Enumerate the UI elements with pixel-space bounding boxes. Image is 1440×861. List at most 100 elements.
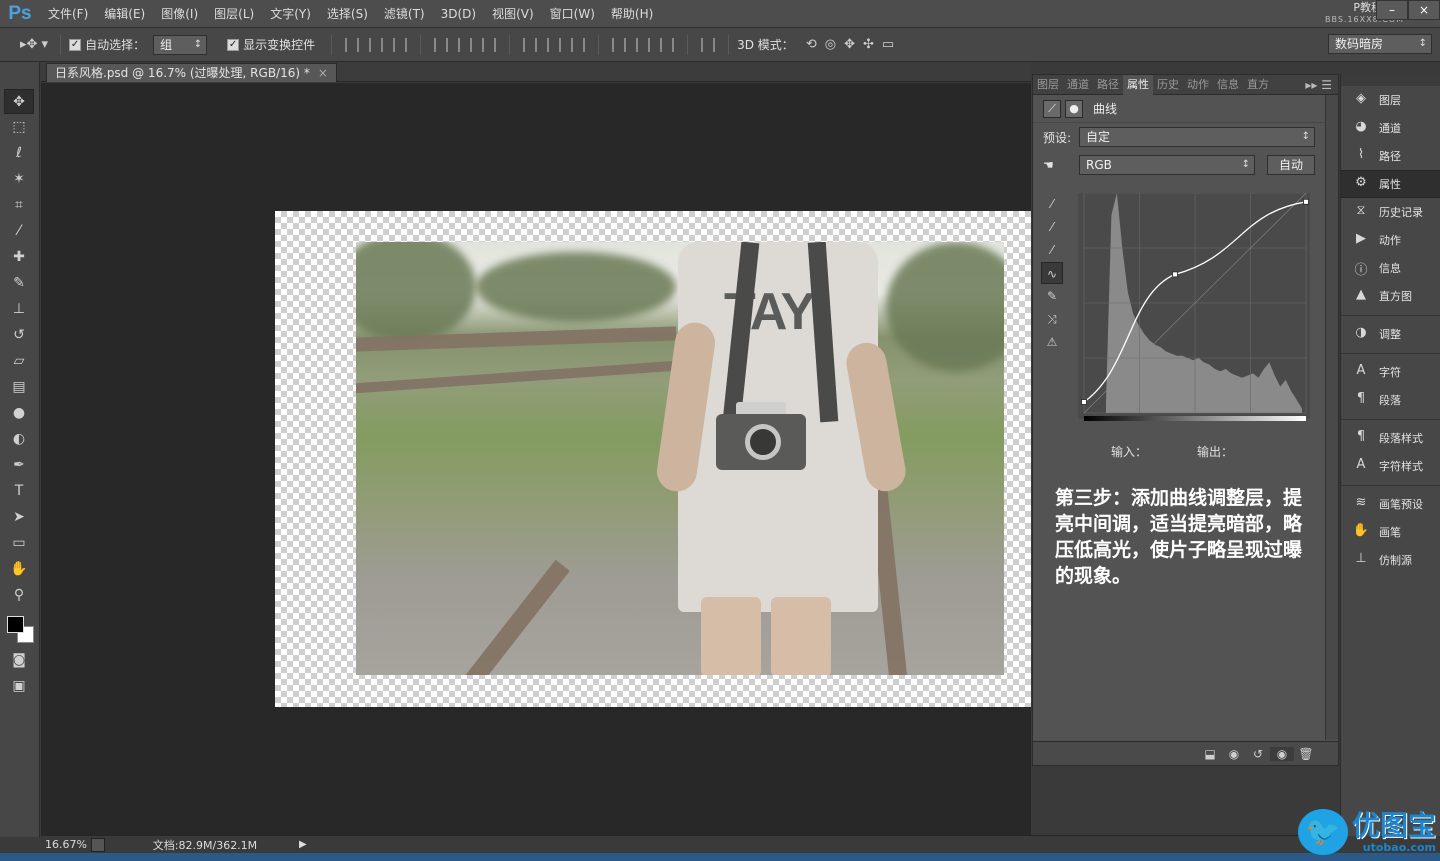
healing-brush-tool-icon[interactable]: ✚ <box>4 245 34 270</box>
minimize-button[interactable]: – <box>1376 0 1408 20</box>
tab-paths[interactable]: 路径 <box>1093 75 1123 95</box>
auto-select-checkbox[interactable]: ✓ <box>69 38 82 51</box>
hand-tool-icon[interactable]: ✋ <box>4 557 34 582</box>
align-top-icon[interactable] <box>345 37 360 52</box>
curve-control-point[interactable] <box>1081 399 1087 405</box>
channel-dropdown[interactable]: RGB <box>1079 155 1255 175</box>
tab-history[interactable]: 历史 <box>1153 75 1183 95</box>
marquee-tool-icon[interactable]: ⬚ <box>4 115 34 140</box>
workspace-dropdown[interactable]: 数码暗房 <box>1328 34 1432 54</box>
smooth-curve-icon[interactable]: ⤨ <box>1041 308 1063 330</box>
menu-type[interactable]: 文字(Y) <box>262 0 319 28</box>
show-transform-checkbox[interactable]: ✓ <box>227 38 240 51</box>
foreground-color-swatch[interactable] <box>7 616 24 633</box>
document-tab[interactable]: 日系风格.psd @ 16.7% (过曝处理, RGB/16) * × <box>46 63 337 82</box>
3d-pan-icon[interactable]: ✥ <box>844 37 855 52</box>
clone-stamp-tool-icon[interactable]: ⊥ <box>4 297 34 322</box>
black-point-eyedropper-icon[interactable]: ⁄ <box>1041 193 1063 215</box>
panel-menu-icon[interactable]: ▸▸ ☰ <box>1299 78 1338 92</box>
curves-adjustment-icon[interactable]: ⟋ <box>1043 99 1061 118</box>
distribute-hcenter-icon[interactable] <box>636 37 651 52</box>
menu-layer[interactable]: 图层(L) <box>206 0 262 28</box>
document-canvas[interactable]: TAY <box>275 211 1031 707</box>
canvas-area[interactable]: TAY <box>41 83 1031 835</box>
gradient-tool-icon[interactable]: ▤ <box>4 375 34 400</box>
panel-scrollbar[interactable] <box>1325 95 1338 740</box>
align-hcenter-icon[interactable] <box>458 37 473 52</box>
align-bottom-icon[interactable] <box>393 37 408 52</box>
history-brush-tool-icon[interactable]: ↺ <box>4 323 34 348</box>
menu-3d[interactable]: 3D(D) <box>433 0 484 28</box>
tab-info[interactable]: 信息 <box>1213 75 1243 95</box>
target-adjust-hand-icon[interactable]: ☚ <box>1043 158 1067 172</box>
distribute-left-icon[interactable] <box>612 37 627 52</box>
align-right-icon[interactable] <box>482 37 497 52</box>
rectangle-tool-icon[interactable]: ▭ <box>4 531 34 556</box>
edit-points-icon[interactable]: ∿ <box>1041 262 1063 284</box>
move-tool-preset-icon[interactable]: ▸✥ ▾ <box>20 37 48 52</box>
blur-tool-icon[interactable]: ● <box>4 401 34 426</box>
strip-item-history[interactable]: ⧖ 历史记录 <box>1341 198 1440 226</box>
strip-item-actions[interactable]: ▶ 动作 <box>1341 226 1440 254</box>
screen-mode-icon[interactable]: ▣ <box>4 674 34 699</box>
clip-to-layer-icon[interactable]: ⬓ <box>1198 747 1222 761</box>
dodge-tool-icon[interactable]: ◐ <box>4 427 34 452</box>
close-window-button[interactable]: × <box>1408 0 1440 20</box>
brush-tool-icon[interactable]: ✎ <box>4 271 34 296</box>
strip-item-paths[interactable]: ⌇ 路径 <box>1341 142 1440 170</box>
auto-select-dropdown[interactable]: 组 <box>153 34 208 55</box>
align-left-icon[interactable] <box>434 37 449 52</box>
white-point-eyedropper-icon[interactable]: ⁄ <box>1041 239 1063 261</box>
auto-button[interactable]: 自动 <box>1267 155 1315 175</box>
path-selection-tool-icon[interactable]: ➤ <box>4 505 34 530</box>
zoom-tool-icon[interactable]: ⚲ <box>4 583 34 608</box>
strip-item-character-styles[interactable]: A 字符样式 <box>1341 452 1440 480</box>
menu-file[interactable]: 文件(F) <box>40 0 96 28</box>
crop-tool-icon[interactable]: ⌗ <box>4 193 34 218</box>
status-menu-arrow-icon[interactable]: ▶ <box>299 839 307 850</box>
draw-curve-pencil-icon[interactable]: ✎ <box>1041 285 1063 307</box>
strip-item-paragraph-styles[interactable]: ¶ 段落样式 <box>1341 424 1440 452</box>
pen-tool-icon[interactable]: ✒ <box>4 453 34 478</box>
strip-item-layers[interactable]: ◈ 图层 <box>1341 86 1440 114</box>
tab-actions[interactable]: 动作 <box>1183 75 1213 95</box>
reset-icon[interactable]: ↺ <box>1246 747 1270 761</box>
eraser-tool-icon[interactable]: ▱ <box>4 349 34 374</box>
clipping-warning-icon[interactable]: ⚠ <box>1041 331 1063 353</box>
strip-item-brush-presets[interactable]: ≋ 画笔预设 <box>1341 490 1440 518</box>
curve-control-point[interactable] <box>1303 198 1309 205</box>
strip-item-adjustments[interactable]: ◑ 调整 <box>1341 320 1440 348</box>
strip-item-character[interactable]: A 字符 <box>1341 358 1440 386</box>
layer-mask-icon[interactable]: ● <box>1065 99 1083 118</box>
strip-item-histogram[interactable]: ▲ 直方图 <box>1341 282 1440 310</box>
strip-item-brush[interactable]: ✋ 画笔 <box>1341 518 1440 546</box>
status-preview-icon[interactable] <box>91 837 105 852</box>
menu-help[interactable]: 帮助(H) <box>603 0 661 28</box>
distribute-right-icon[interactable] <box>660 37 675 52</box>
strip-item-properties[interactable]: ⚙ 属性 <box>1341 170 1440 198</box>
tab-layers[interactable]: 图层 <box>1033 75 1063 95</box>
color-swatches[interactable] <box>5 614 35 644</box>
tab-histogram[interactable]: 直方 <box>1243 75 1273 95</box>
delete-icon[interactable]: 🗑 <box>1294 747 1318 761</box>
3d-rotate-icon[interactable]: ⟲ <box>806 37 817 52</box>
view-previous-icon[interactable]: ◉ <box>1222 747 1246 761</box>
visibility-eye-icon[interactable]: ◉ <box>1270 746 1294 761</box>
quick-mask-icon[interactable]: ◙ <box>4 648 34 673</box>
menu-window[interactable]: 窗口(W) <box>542 0 603 28</box>
distribute-vcenter-icon[interactable] <box>547 37 562 52</box>
auto-align-icon[interactable] <box>701 37 716 52</box>
zoom-level[interactable]: 16.67% <box>41 838 91 851</box>
tab-properties[interactable]: 属性 <box>1123 74 1153 95</box>
tab-channels[interactable]: 通道 <box>1063 75 1093 95</box>
eyedropper-tool-icon[interactable]: ⁄ <box>4 219 34 244</box>
curve-graph[interactable] <box>1078 193 1310 423</box>
3d-scale-icon[interactable]: ▭ <box>882 37 894 52</box>
strip-item-paragraph[interactable]: ¶ 段落 <box>1341 386 1440 414</box>
menu-filter[interactable]: 滤镜(T) <box>376 0 433 28</box>
strip-item-info[interactable]: ⓘ 信息 <box>1341 254 1440 282</box>
preset-dropdown[interactable]: 自定 <box>1079 127 1315 147</box>
3d-roll-icon[interactable]: ◎ <box>825 37 836 52</box>
strip-item-clone-source[interactable]: ⊥ 仿制源 <box>1341 546 1440 574</box>
lasso-tool-icon[interactable]: ℓ <box>4 141 34 166</box>
